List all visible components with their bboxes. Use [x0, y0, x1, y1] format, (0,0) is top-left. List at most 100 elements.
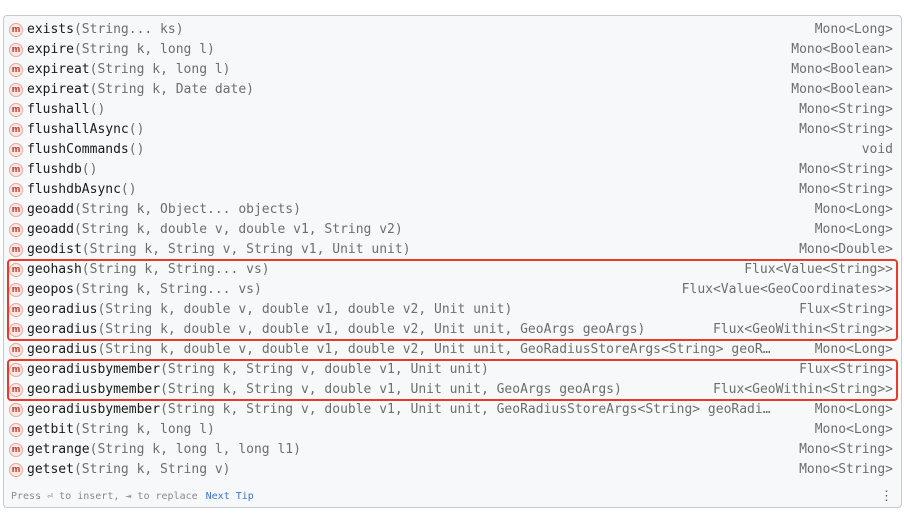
completion-item[interactable]: m flushallAsync() Mono<String>: [4, 120, 901, 140]
method-icon: m: [9, 423, 23, 437]
completion-list: m exists(String... ks) Mono<Long> m expire(S…: [4, 20, 901, 488]
completion-item[interactable]: m geodist(String k, String v, String v1, …: [4, 240, 901, 260]
method-params: (String k, long l, long l1): [89, 442, 301, 457]
method-params: (String k, double v, double v1, double v…: [97, 342, 771, 357]
method-name: georadiusbymember: [27, 362, 161, 377]
method-params: (String k, String v, double v1, Unit uni…: [160, 362, 489, 377]
completion-item[interactable]: m flushdb() Mono<String>: [4, 160, 901, 180]
method-params: (String k, Object... objects): [73, 202, 301, 217]
method-icon: m: [9, 463, 23, 477]
method-name: flushdbAsync: [27, 182, 121, 197]
method-name: geodist: [27, 242, 82, 257]
method-icon: m: [9, 183, 23, 197]
method-name: getset: [27, 462, 74, 477]
completion-item[interactable]: m georadiusbymember(String k, String v, d…: [4, 400, 901, 420]
code-completion-popup: m exists(String... ks) Mono<Long> m expire(S…: [3, 15, 902, 508]
return-type: Mono<String>: [799, 162, 893, 177]
completion-item[interactable]: m expireat(String k, long l) Mono<Boolean>: [4, 60, 901, 80]
method-icon: m: [9, 303, 23, 317]
return-type: Mono<Boolean>: [791, 62, 893, 77]
method-params: (String... ks): [73, 22, 184, 37]
completion-item[interactable]: m georadius(String k, double v, double v1…: [4, 340, 901, 360]
next-tip-link[interactable]: Next Tip: [206, 491, 254, 502]
completion-item[interactable]: m flushdbAsync() Mono<String>: [4, 180, 901, 200]
method-params: (): [120, 182, 137, 197]
method-params: (String k, String... vs): [73, 282, 262, 297]
completion-item[interactable]: m getset(String k, String v) Mono<String>: [4, 460, 901, 480]
return-type: Mono<Double>: [799, 242, 893, 257]
return-type: Mono<Long>: [814, 342, 893, 357]
completion-item[interactable]: m georadiusbymember(String k, String v, d…: [4, 380, 901, 400]
completion-item[interactable]: m geoadd(String k, double v, double v1, S…: [4, 220, 901, 240]
completion-item[interactable]: m georadiusbymember(String k, String v, d…: [4, 360, 901, 380]
method-name: geoadd: [27, 222, 74, 237]
method-params: (String k, String v, double v1, Unit uni…: [160, 382, 622, 397]
insert-replace-hint: Press ⏎ to insert, ⇥ to replace: [11, 491, 198, 502]
completion-item[interactable]: m getrange(String k, long l, long l1) Mono…: [4, 440, 901, 460]
completion-item[interactable]: m flushall() Mono<String>: [4, 100, 901, 120]
method-name: expireat: [27, 62, 90, 77]
return-type: Mono<Long>: [814, 202, 893, 217]
method-name: georadius: [27, 302, 98, 317]
completion-item[interactable]: m exists(String... ks) Mono<Long>: [4, 20, 901, 40]
method-name: georadiusbymember: [27, 382, 161, 397]
completion-item[interactable]: m geohash(String k, String... vs) Flux<Val…: [4, 260, 901, 280]
method-params: (String k, String v): [73, 462, 231, 477]
method-name: geoadd: [27, 202, 74, 217]
method-params: (String k, double v, double v1, String v…: [73, 222, 403, 237]
method-name: getrange: [27, 442, 90, 457]
method-icon: m: [9, 103, 23, 117]
method-icon: m: [9, 363, 23, 377]
method-icon: m: [9, 63, 23, 77]
method-icon: m: [9, 243, 23, 257]
return-type: void: [861, 142, 893, 157]
method-icon: m: [9, 43, 23, 57]
method-name: geopos: [27, 282, 74, 297]
more-options-icon[interactable]: ⋮: [880, 487, 893, 507]
return-type: Flux<String>: [799, 362, 893, 377]
completion-item[interactable]: m getbit(String k, long l) Mono<Long>: [4, 420, 901, 440]
method-params: (String k, long l): [89, 62, 231, 77]
completion-footer: Press ⏎ to insert, ⇥ to replace Next Tip …: [4, 487, 901, 507]
method-name: flushCommands: [27, 142, 129, 157]
method-params: (String k, String... vs): [81, 262, 270, 277]
method-params: (String k, long l): [73, 42, 215, 57]
completion-item[interactable]: m georadius(String k, double v, double v1…: [4, 320, 901, 340]
method-params: (): [128, 142, 145, 157]
completion-item[interactable]: m georadius(String k, double v, double v1…: [4, 300, 901, 320]
method-name: flushdb: [27, 162, 82, 177]
return-type: Mono<String>: [799, 182, 893, 197]
method-name: flushallAsync: [27, 122, 129, 137]
return-type: Flux<Value<GeoCoordinates>>: [681, 282, 893, 297]
return-type: Flux<GeoWithin<String>>: [712, 382, 893, 397]
return-type: Flux<GeoWithin<String>>: [712, 322, 893, 337]
return-type: Mono<String>: [799, 102, 893, 117]
method-name: exists: [27, 22, 74, 37]
method-icon: m: [9, 203, 23, 217]
return-type: Mono<String>: [799, 122, 893, 137]
return-type: Mono<String>: [799, 462, 893, 477]
method-icon: m: [9, 223, 23, 237]
completion-item[interactable]: m geopos(String k, String... vs) Flux<Valu…: [4, 280, 901, 300]
return-type: Mono<Long>: [814, 22, 893, 37]
method-params: (): [89, 102, 106, 117]
completion-item[interactable]: m expireat(String k, Date date) Mono<Boole…: [4, 80, 901, 100]
method-icon: m: [9, 143, 23, 157]
method-icon: m: [9, 163, 23, 177]
method-icon: m: [9, 343, 23, 357]
method-params: (String k, double v, double v1, double v…: [97, 322, 646, 337]
return-type: Mono<Long>: [814, 402, 893, 417]
method-name: georadius: [27, 322, 98, 337]
completion-item[interactable]: m geoadd(String k, Object... objects) Mono…: [4, 200, 901, 220]
return-type: Mono<Boolean>: [791, 42, 893, 57]
method-params: (String k, String v, String v1, Unit uni…: [81, 242, 411, 257]
method-name: georadiusbymember: [27, 402, 161, 417]
method-icon: m: [9, 283, 23, 297]
method-params: (): [128, 122, 145, 137]
method-params: (String k, Date date): [89, 82, 254, 97]
completion-item[interactable]: m flushCommands() void: [4, 140, 901, 160]
method-params: (String k, long l): [73, 422, 215, 437]
method-params: (String k, String v, double v1, Unit uni…: [160, 402, 771, 417]
completion-item[interactable]: m expire(String k, long l) Mono<Boolean>: [4, 40, 901, 60]
return-type: Flux<Value<String>>: [744, 262, 893, 277]
